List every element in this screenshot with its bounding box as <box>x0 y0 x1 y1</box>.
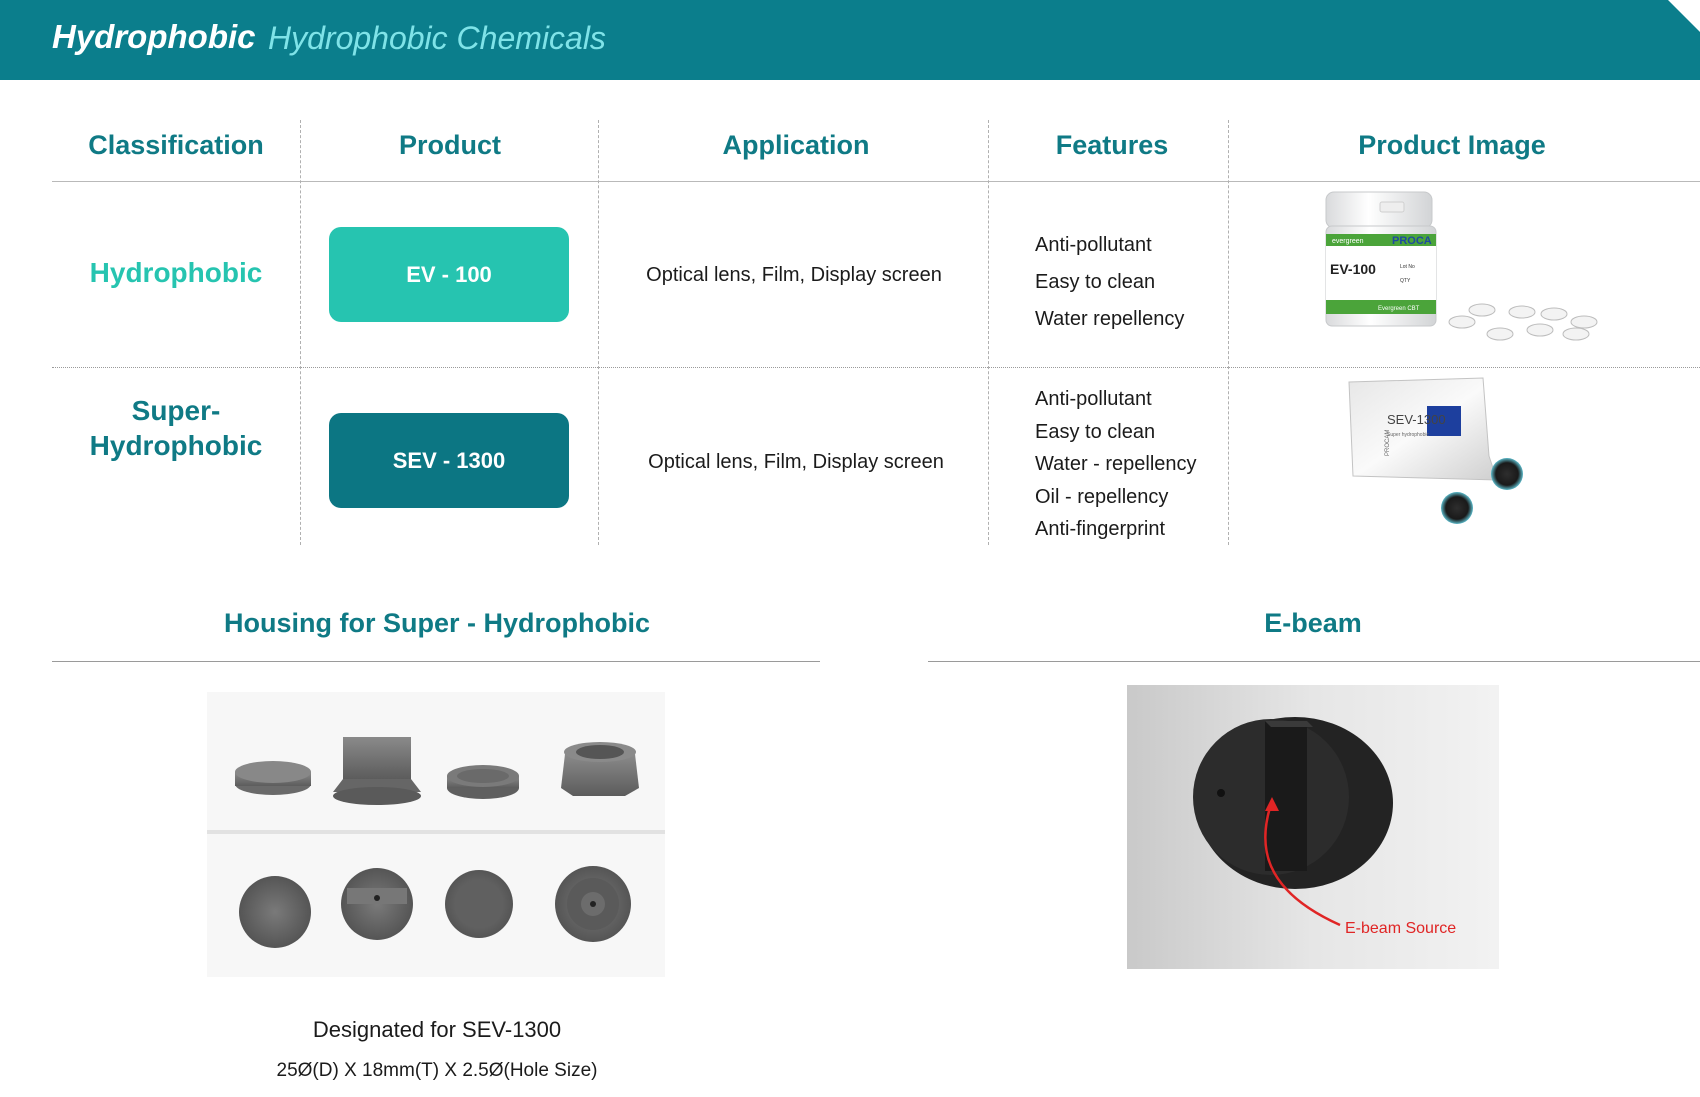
ebeam-source-label: E-beam Source <box>1345 920 1456 937</box>
product-badge-ev-100[interactable]: EV - 100 <box>329 227 569 322</box>
svg-text:evergreen: evergreen <box>1332 238 1364 245</box>
svg-text:PROCAM: PROCAM <box>1385 430 1391 456</box>
features-list: Anti-pollutant Easy to clean Water repel… <box>1035 227 1184 338</box>
ebeam-section-divider <box>928 661 1700 662</box>
column-divider <box>300 120 301 545</box>
header-application: Application <box>722 130 870 160</box>
classification-line: Super- <box>131 395 221 426</box>
product-table: Classification Product Application Featu… <box>52 120 1700 545</box>
classification-line: Hydrophobic <box>89 430 263 461</box>
classification-super-hydrophobic: Super- Hydrophobic <box>52 393 300 463</box>
column-divider <box>1228 120 1229 545</box>
feature-item: Anti-fingerprint <box>1035 518 1166 540</box>
svg-text:PROCA: PROCA <box>1392 235 1432 247</box>
housing-caption: Designated for SEV-1300 <box>312 1017 562 1042</box>
header-features: Features <box>1055 130 1169 160</box>
housing-dimensions: 25Ø(D) X 18mm(T) X 2.5Ø(Hole Size) <box>276 1060 598 1081</box>
feature-item: Easy to clean <box>1035 420 1156 443</box>
header-product-image: Product Image <box>1358 130 1546 160</box>
svg-text:EV-100: EV-100 <box>1330 261 1376 277</box>
housing-parts-image <box>207 692 665 977</box>
feature-item: Easy to clean <box>1035 271 1156 293</box>
housing-section-divider <box>52 661 820 662</box>
sev-1300-pouch-image: SEV-1300 Super hydrophobic PROCAM <box>1348 377 1523 524</box>
features-list: Anti-pollutant Easy to clean Water - rep… <box>1035 383 1197 546</box>
column-divider <box>988 120 989 545</box>
feature-item: Anti-pollutant <box>1035 234 1152 256</box>
feature-item: Water repellency <box>1035 308 1185 330</box>
ev-100-jar-image: evergreen PROCA EV-100 Lot No QTY Evergr… <box>1325 191 1598 341</box>
svg-text:QTY: QTY <box>1400 278 1411 284</box>
svg-text:Lot No: Lot No <box>1400 264 1415 270</box>
header-banner: Hydrophobic Hydrophobic Chemicals <box>0 0 1700 80</box>
ebeam-section-title: E-beam <box>1264 608 1362 638</box>
housing-section-title: Housing for Super - Hydrophobic <box>224 608 650 638</box>
feature-item: Water - repellency <box>1035 453 1197 475</box>
application-text: Optical lens, Film, Display screen <box>648 451 944 473</box>
page-title: Hydrophobic <box>52 18 256 55</box>
feature-item: Oil - repellency <box>1035 485 1169 508</box>
header-product: Product <box>398 130 501 160</box>
column-divider <box>598 120 599 545</box>
application-text: Optical lens, Film, Display screen <box>646 264 942 286</box>
feature-item: Anti-pollutant <box>1035 388 1152 410</box>
svg-text:Super hydrophobic: Super hydrophobic <box>1387 432 1429 438</box>
svg-text:Evergreen CBT: Evergreen CBT <box>1378 306 1420 312</box>
page-subtitle: Hydrophobic Chemicals <box>268 20 606 56</box>
product-badge-sev-1300[interactable]: SEV - 1300 <box>329 413 569 508</box>
classification-hydrophobic: Hydrophobic <box>89 257 263 288</box>
header-classification: Classification <box>88 130 264 160</box>
svg-text:SEV-1300: SEV-1300 <box>1387 412 1446 427</box>
ebeam-photo: E-beam Source <box>1127 685 1499 969</box>
